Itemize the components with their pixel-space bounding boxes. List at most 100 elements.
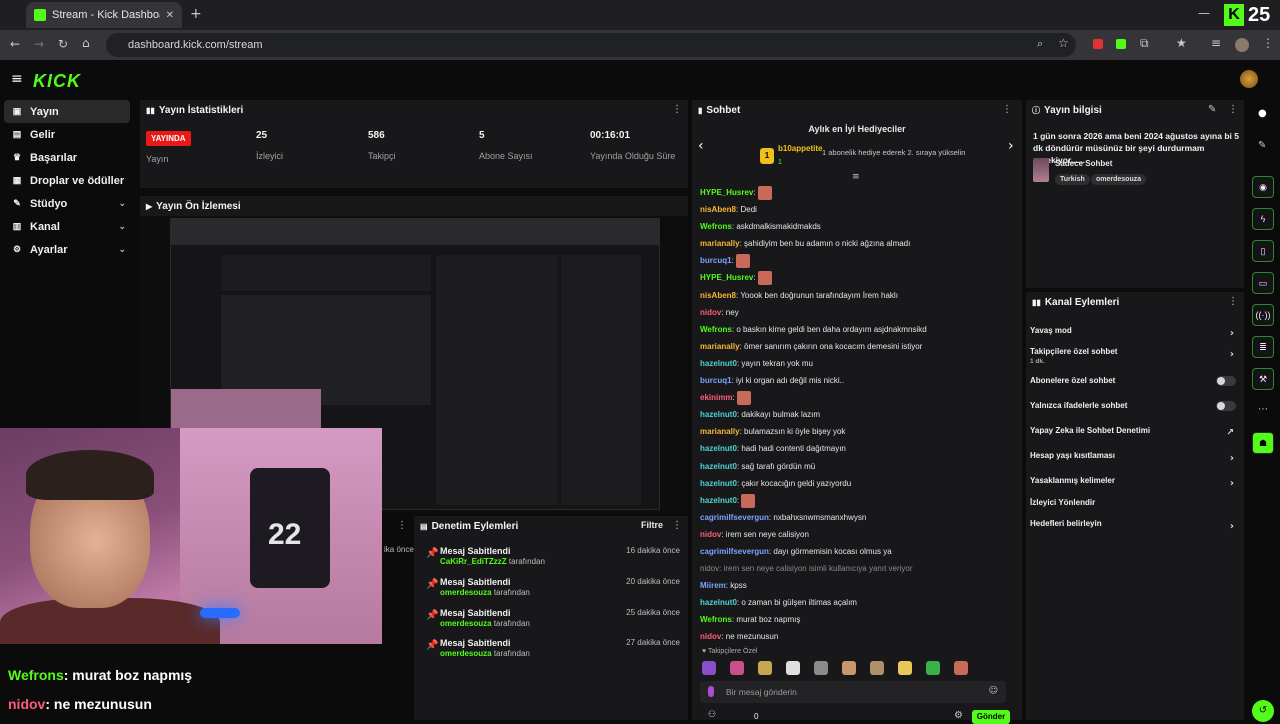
chat-message[interactable]: burcuq1: iyi ki organ adı değil mis nick… [700,372,1014,389]
emote-icon[interactable] [730,661,744,675]
chat-message[interactable]: hazelnut0: çakır kocacığın geldi yazıyor… [700,475,1014,492]
home-icon[interactable]: ⌂ [82,36,90,50]
extension-kick-icon[interactable] [1116,39,1126,49]
chat-message[interactable]: hazelnut0: [700,492,1014,509]
chat-username[interactable]: hazelnut0 [700,598,737,607]
chat-message[interactable]: hazelnut0: o zaman bi gülşen iltimas aça… [700,594,1014,611]
chevron-right-icon[interactable]: › [1008,138,1014,154]
sidebar-item-ayarlar[interactable]: ⚙ Ayarlar ⌄ [0,238,136,261]
chat-username[interactable]: nidov [700,632,721,641]
ai-moderation-row[interactable]: Yapay Zeka ile Sohbet Denetimi ↗ [1030,426,1240,446]
emote-icon[interactable] [702,661,716,675]
sidebar-item-yayin[interactable]: ▣ Yayın [4,100,130,123]
account-age-row[interactable]: Hesap yaşı kısıtlaması › [1030,451,1240,471]
extensions-icon[interactable]: ⧉ [1140,36,1149,51]
chat-settings-icon[interactable]: ⚙ [954,710,963,721]
chat-message[interactable]: cagrimilfsevergun: nxbahxsnwmsmanxhwysn [700,509,1014,526]
browser-tab[interactable]: Stream - Kick Dashboard ✕ [26,2,182,28]
chat-username[interactable]: marianally [700,427,740,436]
extension-red-icon[interactable] [1093,39,1103,49]
chat-username[interactable]: hazelnut0 [700,359,737,368]
forward-icon[interactable]: → [34,37,44,51]
reload-icon[interactable]: ↻ [58,37,68,51]
emote-icon[interactable] [842,661,856,675]
emote-icon[interactable] [898,661,912,675]
more-options-icon[interactable]: ⋮ [672,520,682,531]
lightning-tool-icon[interactable]: ϟ [1252,208,1274,230]
chat-message[interactable]: hazelnut0: hadi hadi contenti dağıtmayın [700,440,1014,457]
camera-tool-icon[interactable]: ◉ [1252,176,1274,198]
close-tab-icon[interactable]: ✕ [166,10,174,21]
filter-button[interactable]: Filtre [641,520,663,530]
slow-mode-row[interactable]: Yavaş mod › [1030,326,1240,346]
chat-message[interactable]: nidov: ne mezunusun [700,628,1014,645]
chat-message[interactable]: marianally: ömer sanırım çakırın ona koc… [700,338,1014,355]
chat-message[interactable]: burcuq1: [700,252,1014,269]
hamburger-menu-icon[interactable]: ≡ [11,71,23,87]
favorites-icon[interactable]: ★ [1176,36,1187,50]
sidebar-item-kanal[interactable]: ▥ Kanal ⌄ [0,215,136,238]
chat-username[interactable]: hazelnut0 [700,496,737,505]
chat-message[interactable]: nisAben8: Dedi [700,201,1014,218]
mic-icon[interactable] [708,686,714,697]
emote-icon[interactable] [814,661,828,675]
more-options-icon[interactable]: ⋮ [1228,104,1238,115]
emote-icon[interactable] [870,661,884,675]
more-options-icon[interactable]: ⋮ [672,104,682,115]
chat-username[interactable]: cagrimilfsevergun [700,547,769,556]
chat-username[interactable]: cagrimilfsevergun [700,513,769,522]
media-icon[interactable]: ≡ [1211,36,1221,50]
chat-username[interactable]: HYPE_Husrev [700,188,753,197]
more-options-icon[interactable]: ⋮ [1002,104,1012,115]
chat-message[interactable]: nidov: irem sen neye calisiyon [700,526,1014,543]
zoom-icon[interactable]: ⌕ [1037,37,1043,51]
chat-message[interactable]: hazelnut0: yayın tekran yok mu [700,355,1014,372]
chat-message[interactable]: Wefrons: murat boz napmış [700,611,1014,628]
send-button[interactable]: Gönder [972,710,1010,724]
chat-message[interactable]: HYPE_Husrev: [700,184,1014,201]
chat-message[interactable]: hazelnut0: dakikayı bulmak lazım [700,406,1014,423]
chat-message[interactable]: nisAben8: Yoook ben doğrunun tarafındayı… [700,287,1014,304]
broadcast-tool-icon[interactable]: ((·)) [1252,304,1274,326]
chat-message[interactable]: marianally: şahidiyim ben bu adamın o ni… [700,235,1014,252]
pinned-toggle-icon[interactable]: ≡ [852,172,860,182]
sidebar-item-studyo[interactable]: ✎ Stüdyo ⌄ [0,192,136,215]
share-icon[interactable]: ⋯ [1258,404,1268,415]
chat-message[interactable]: ekinimm: [700,389,1014,406]
sidebar-item-droplar[interactable]: ▦ Droplar ve ödüller [0,169,136,192]
url-field[interactable]: dashboard.kick.com/stream [106,33,1076,57]
browser-menu-icon[interactable]: ⋮ [1262,36,1274,50]
emote-icon[interactable] [954,661,968,675]
emote-icon[interactable] [926,661,940,675]
info-icon[interactable]: ● [1258,108,1267,119]
chat-users-icon[interactable]: ⚇ [708,710,716,720]
chat-username[interactable]: burcuq1 [700,256,732,265]
host-viewers-row[interactable]: İzleyici Yönlendir [1030,498,1240,518]
chat-username[interactable]: nisAben8 [700,291,736,300]
wrench-tool-icon[interactable]: ⚒ [1252,368,1274,390]
chat-message[interactable]: hazelnut0: sağ tarafı gördün mü [700,458,1014,475]
chat-username[interactable]: ekinimm [700,393,732,402]
emote-icon[interactable] [786,661,800,675]
chat-message[interactable]: Wefrons: o baskın kime geldi ben daha or… [700,321,1014,338]
chat-username[interactable]: Miirem [700,581,726,590]
sidebar-item-basarilar[interactable]: ♛ Başarılar [0,146,136,169]
chevron-left-icon[interactable]: ‹ [698,138,704,154]
set-goals-row[interactable]: Hedefleri belirleyin › [1030,519,1240,539]
kick-logo[interactable]: KICK [33,71,81,92]
emote-icon[interactable] [758,661,772,675]
subscribers-only-toggle[interactable] [1216,376,1236,386]
sidebar-item-gelir[interactable]: ▤ Gelir [0,123,136,146]
support-button[interactable]: ↺ [1252,700,1274,722]
edit-icon[interactable]: ✎ [1208,104,1216,115]
list-tool-icon[interactable]: ≣ [1252,336,1274,358]
chat-username[interactable]: nidov [700,530,721,539]
banned-words-row[interactable]: Yasaklanmış kelimeler › [1030,476,1240,496]
card-tool-icon[interactable]: ▯ [1252,240,1274,262]
chat-username[interactable]: nidov [700,308,721,317]
back-icon[interactable]: ← [10,37,20,51]
moderator-tool-icon[interactable]: ☗ [1252,432,1274,454]
edit-icon[interactable]: ✎ [1258,140,1266,151]
top-gifter[interactable]: 1 b10appetite 1 [760,144,822,167]
chat-message[interactable]: HYPE_Husrev: [700,269,1014,286]
